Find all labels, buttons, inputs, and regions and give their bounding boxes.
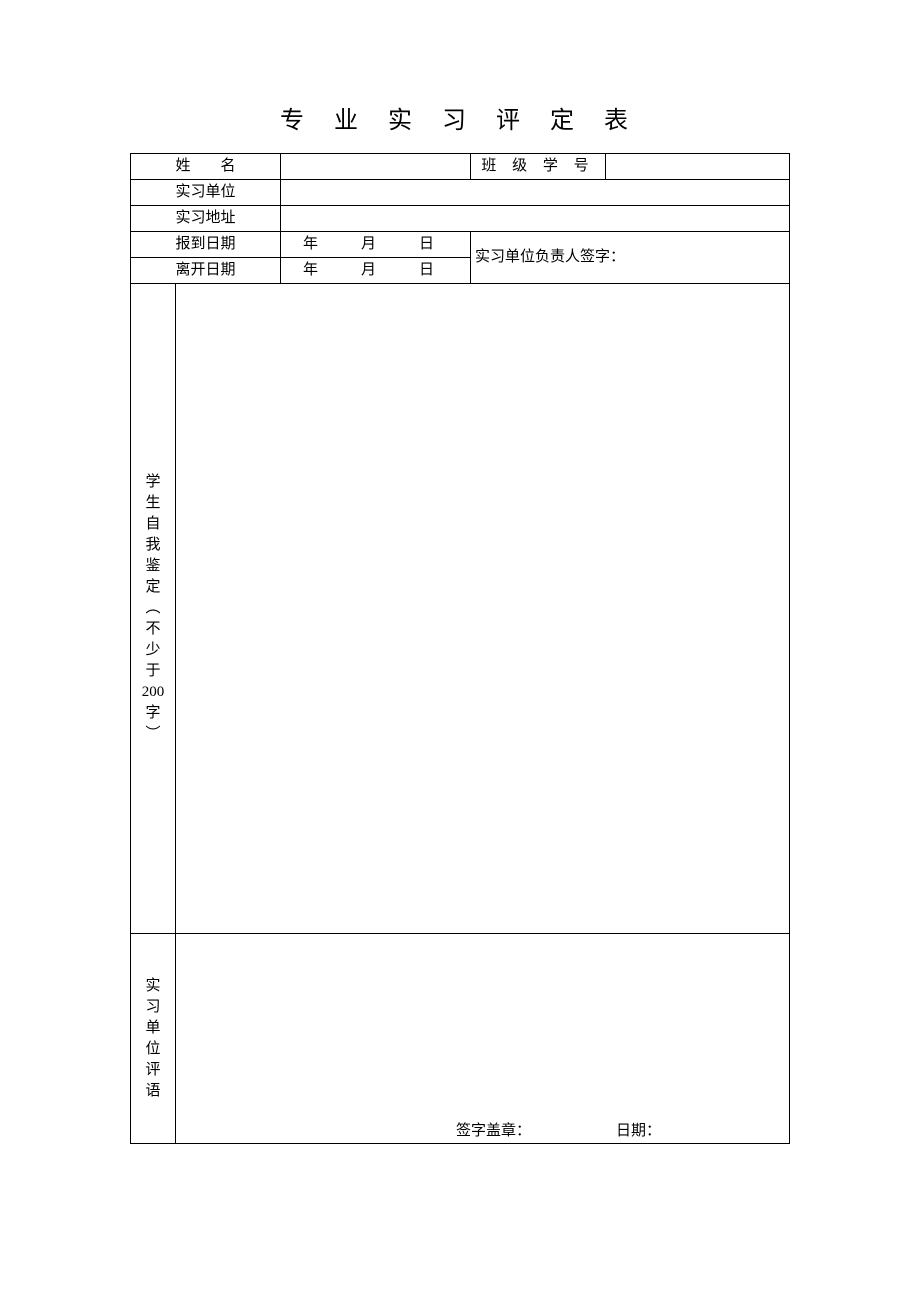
label-name: 姓 名 (131, 154, 281, 180)
field-name[interactable] (281, 154, 471, 180)
field-unit-comment[interactable]: 签字盖章： 日期： (176, 934, 790, 1144)
field-leave-date[interactable]: 年 月 日 (281, 258, 471, 284)
evaluation-form-table: 姓 名 班 级 学 号 实习单位 实习地址 报到日期 年 月 日 实习单位负责人… (130, 153, 790, 1144)
field-address[interactable] (281, 206, 790, 232)
page-title: 专 业 实 习 评 定 表 (130, 100, 790, 135)
field-report-date[interactable]: 年 月 日 (281, 232, 471, 258)
label-address: 实习地址 (131, 206, 281, 232)
label-sign-seal: 签字盖章： (456, 1121, 531, 1142)
field-self-evaluation[interactable] (176, 284, 790, 934)
label-report-date: 报到日期 (131, 232, 281, 258)
field-class-no[interactable] (606, 154, 790, 180)
field-unit[interactable] (281, 180, 790, 206)
label-leave-date: 离开日期 (131, 258, 281, 284)
label-date: 日期： (616, 1121, 661, 1142)
label-supervisor-sign[interactable]: 实习单位负责人签字： (471, 232, 790, 284)
label-unit-comment: 实习单位评语 (131, 934, 176, 1144)
label-class-no: 班 级 学 号 (471, 154, 606, 180)
label-self-evaluation: 学生自我鉴定︵不少于200字︶ (131, 284, 176, 934)
label-unit: 实习单位 (131, 180, 281, 206)
